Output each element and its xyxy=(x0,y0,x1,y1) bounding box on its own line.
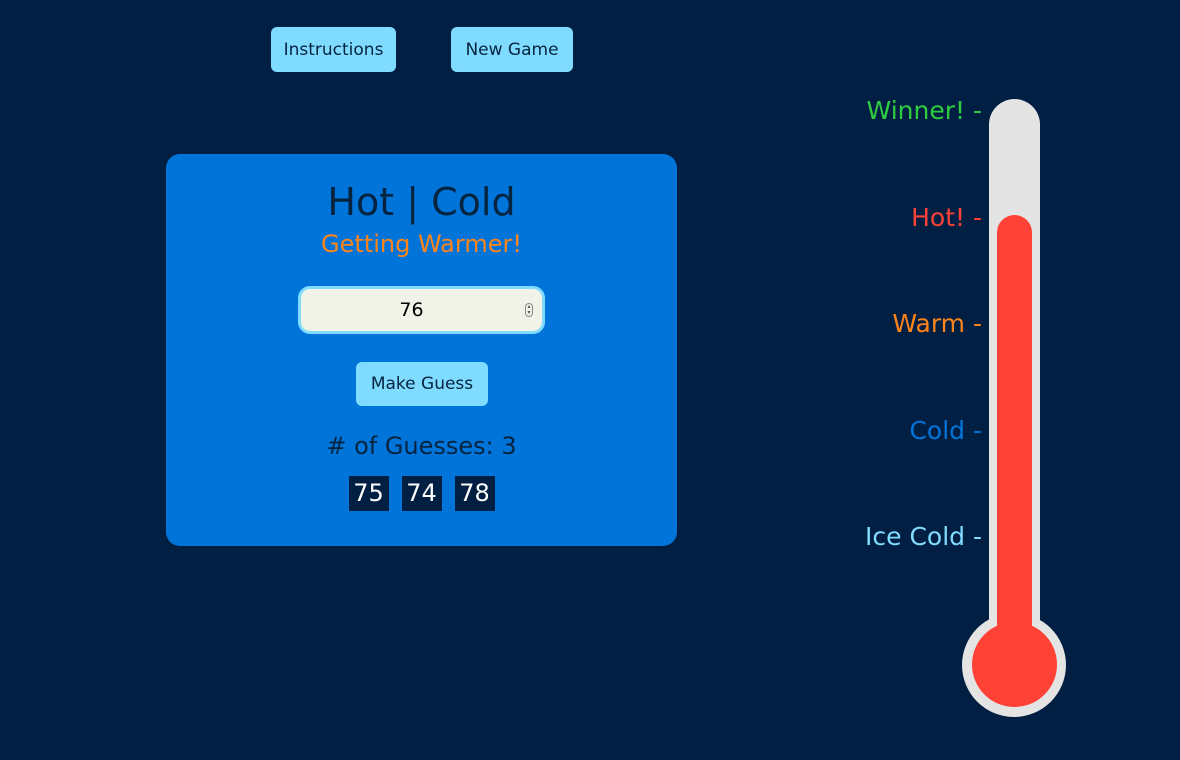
new-game-button[interactable]: New Game xyxy=(451,27,573,72)
guess-count: # of Guesses: 3 xyxy=(326,432,517,460)
scale-label: Hot! - xyxy=(911,203,982,232)
guess-field[interactable]: ▴▾ xyxy=(298,286,545,334)
instructions-button[interactable]: Instructions xyxy=(271,27,396,72)
feedback-message: Getting Warmer! xyxy=(321,230,522,258)
previous-guess: 78 xyxy=(454,476,495,511)
scale-label: Winner! - xyxy=(866,96,982,125)
scale-label: Ice Cold - xyxy=(865,522,982,551)
guess-history: 75 74 78 xyxy=(166,476,677,511)
make-guess-button[interactable]: Make Guess xyxy=(356,362,488,406)
previous-guess: 75 xyxy=(348,476,389,511)
number-stepper-icon[interactable]: ▴ ▾ xyxy=(525,303,533,317)
scale-label: Warm - xyxy=(892,309,982,338)
thermometer-bulb xyxy=(972,622,1057,707)
game-title: Hot | Cold xyxy=(327,180,516,224)
guess-input[interactable] xyxy=(301,289,542,331)
scale-label: Cold - xyxy=(909,416,982,445)
previous-guess: 74 xyxy=(401,476,442,511)
thermometer-mercury xyxy=(997,214,1032,650)
